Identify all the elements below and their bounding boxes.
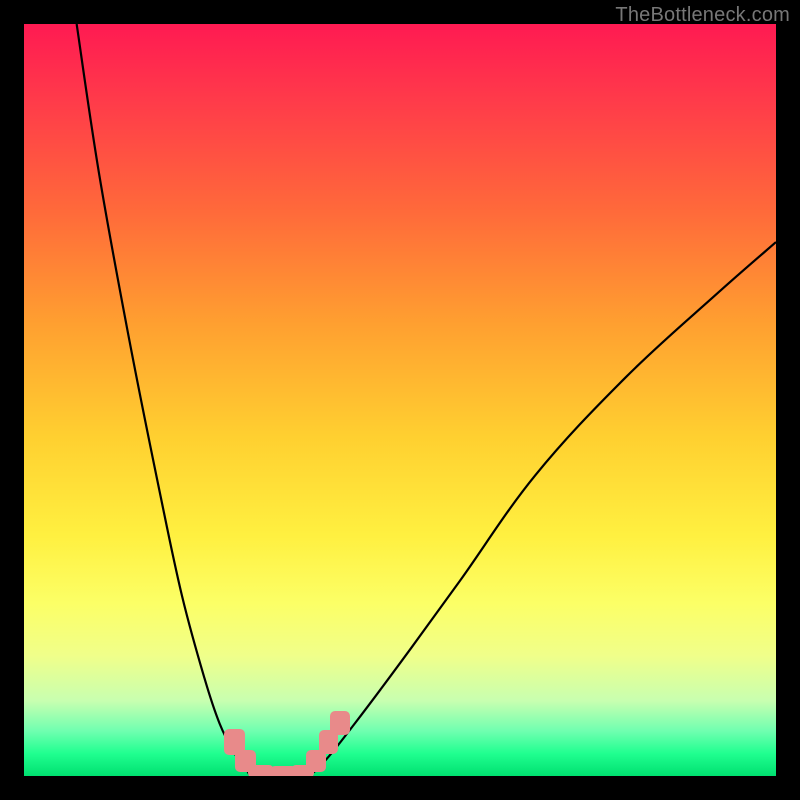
watermark-text: TheBottleneck.com — [615, 4, 790, 27]
chart-area — [24, 24, 776, 776]
curve-svg — [24, 24, 776, 776]
curve-marker — [330, 711, 350, 735]
curve-path — [77, 24, 776, 776]
